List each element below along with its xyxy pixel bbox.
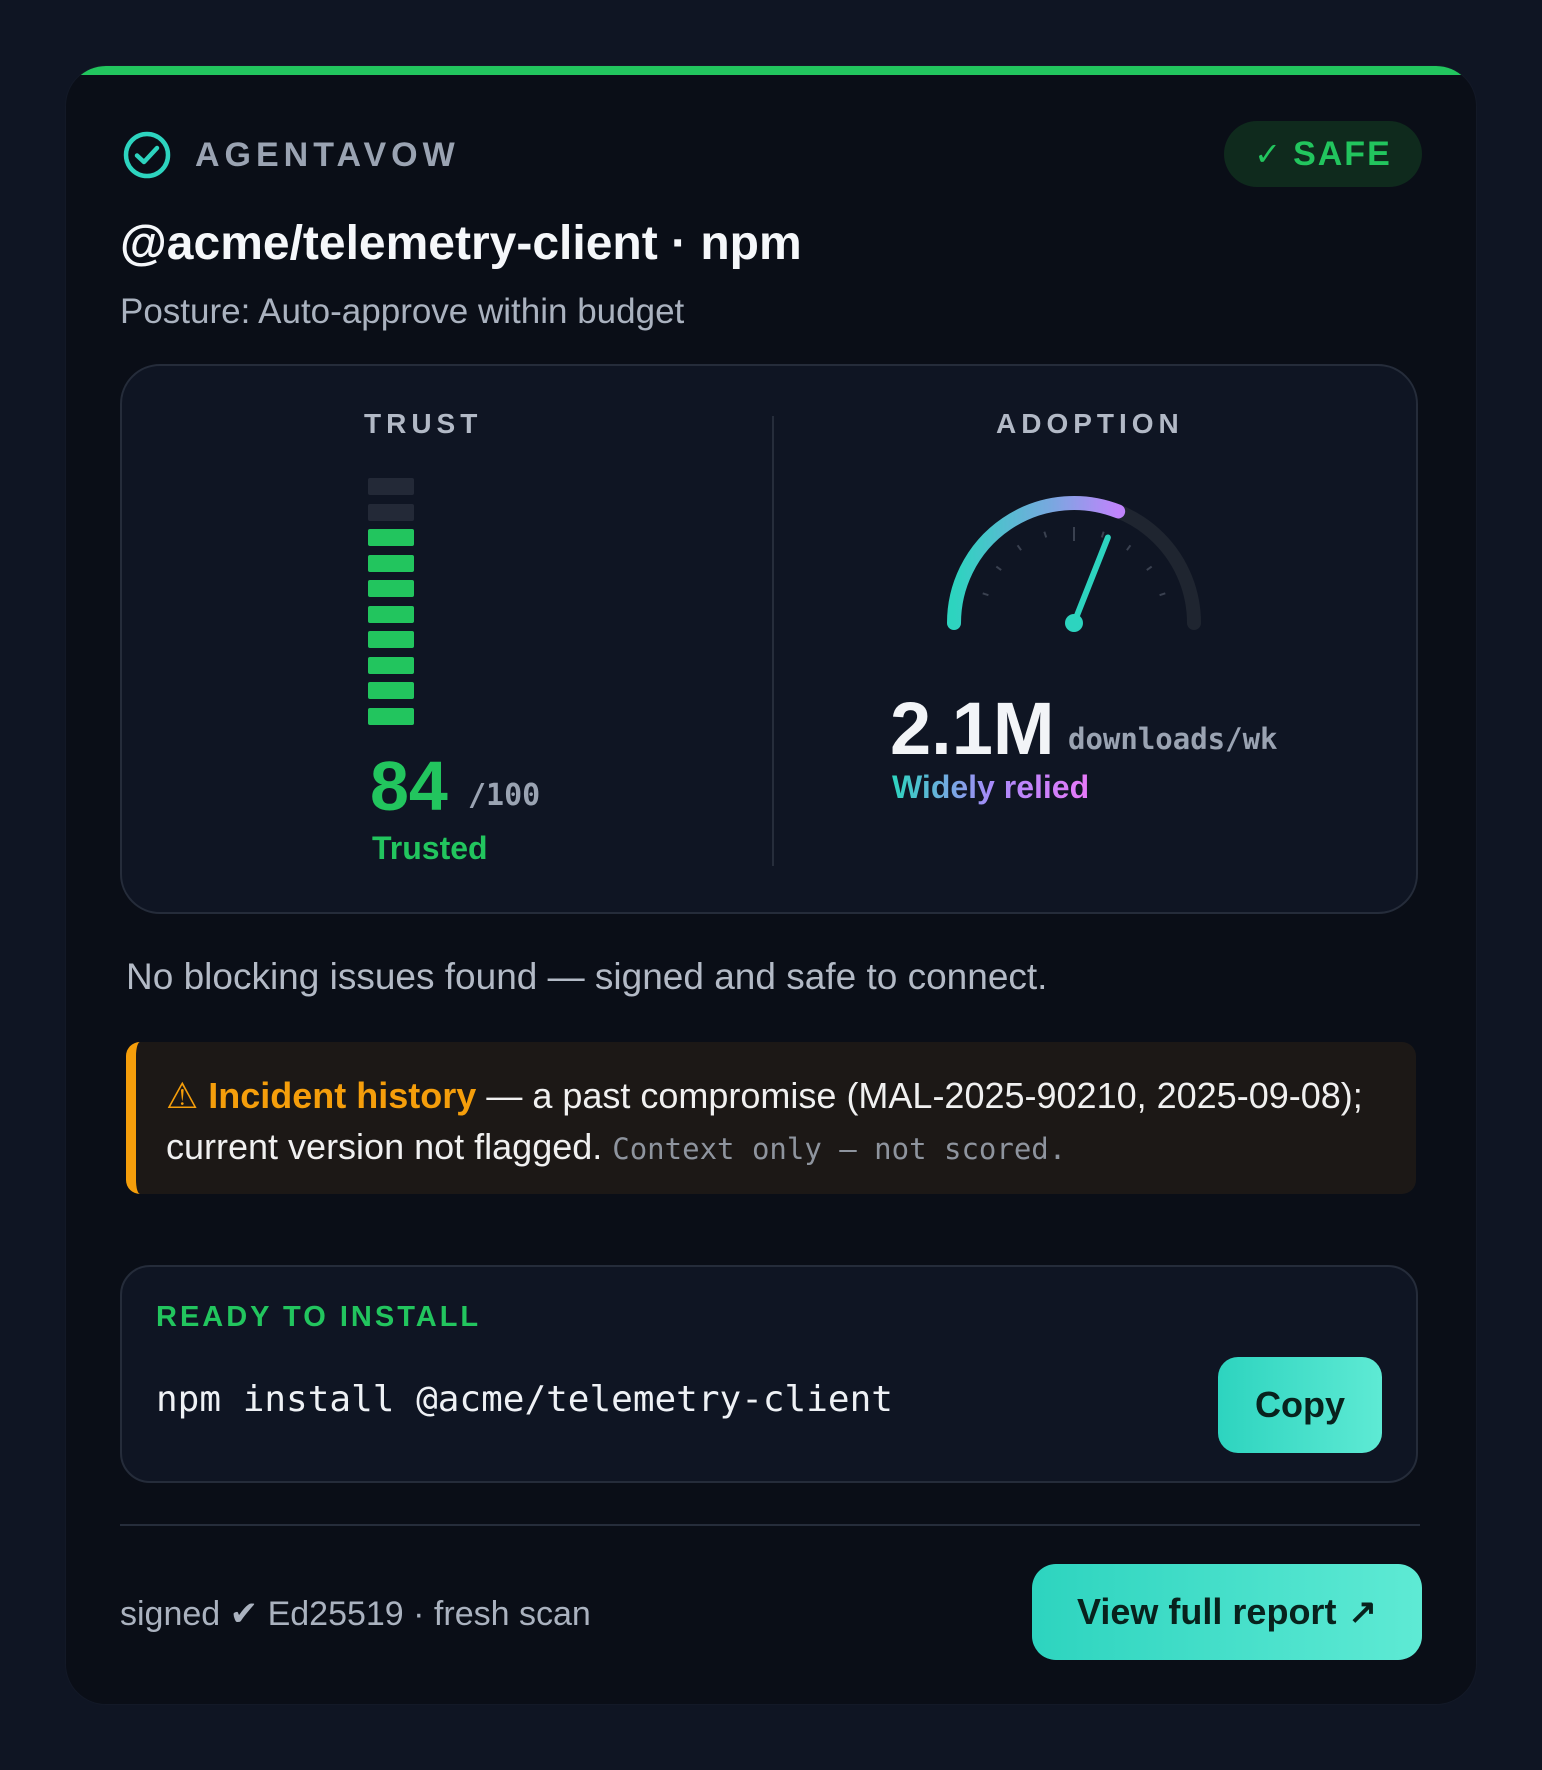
trust-meter <box>368 478 414 733</box>
trust-segment <box>368 529 414 546</box>
trust-verdict: Trusted <box>372 830 488 866</box>
posture-text: Posture: Auto-approve within budget <box>120 292 685 331</box>
adoption-value: 2.1M <box>890 687 1055 770</box>
trust-segment <box>368 554 414 572</box>
trust-segment <box>368 580 414 597</box>
gauge-tick <box>982 592 989 597</box>
install-command[interactable]: npm install @acme/telemetry-client <box>156 1379 893 1420</box>
view-report-button[interactable]: View full report ↗ <box>1032 1564 1422 1660</box>
brand-name: AGENTAVOW <box>195 135 460 174</box>
package-card: AGENTAVOW ✓ SAFE @acme/telemetry-client … <box>66 66 1476 1704</box>
trust-segment <box>368 503 414 521</box>
gauge-tick <box>1159 592 1166 597</box>
gauge-tick <box>1043 531 1048 538</box>
summary-text: No blocking issues found — signed and sa… <box>126 956 1048 997</box>
gauge-needle <box>1071 534 1111 626</box>
gauge-tick <box>1126 544 1132 551</box>
trust-score: 84 <box>370 747 448 825</box>
gauge-fill <box>947 496 1126 630</box>
trust-segment <box>368 656 414 674</box>
trust-label: TRUST <box>364 408 483 439</box>
trust-segment <box>368 605 414 623</box>
copy-button[interactable]: Copy <box>1218 1357 1382 1453</box>
adoption-gauge <box>947 496 1201 632</box>
gauge-tick <box>1100 531 1105 538</box>
adoption-unit: downloads/wk <box>1068 722 1278 756</box>
trust-max: /100 <box>468 778 541 813</box>
incident-note: Context only — not scored. <box>612 1132 1067 1166</box>
signature-status: signed ✔ Ed25519 · fresh scan <box>120 1595 591 1633</box>
gauge-ticks <box>982 527 1166 597</box>
package-title: @acme/telemetry-client · npm <box>120 217 802 270</box>
trust-segment <box>368 707 414 725</box>
brand: AGENTAVOW <box>121 129 460 181</box>
trust-segment <box>368 478 414 495</box>
metrics-divider <box>772 416 774 866</box>
warning-icon: ⚠ <box>166 1075 209 1116</box>
trust-segment <box>368 682 414 699</box>
gauge-tick <box>1016 544 1022 551</box>
adoption-verdict: Widely relied <box>892 769 1090 805</box>
trust-segment <box>368 631 414 648</box>
metrics-panel: TRUST 84 /100 Trusted ADOPTION 2.1M down… <box>120 364 1418 914</box>
gauge-tick <box>1146 565 1153 571</box>
incident-callout: ⚠ Incident history — a past compromise (… <box>126 1042 1416 1194</box>
incident-title: Incident history <box>208 1075 477 1116</box>
status-badge: ✓ SAFE <box>1224 121 1422 187</box>
checkmark-icon: ✓ <box>1254 136 1284 172</box>
footer-divider <box>120 1524 1420 1526</box>
gauge-hub <box>1065 614 1083 632</box>
adoption-label: ADOPTION <box>996 408 1184 439</box>
check-circle-icon <box>123 131 171 179</box>
install-panel: READY TO INSTALL npm install @acme/telem… <box>120 1265 1418 1483</box>
view-report-label: View full report <box>1077 1591 1337 1632</box>
status-label: SAFE <box>1293 134 1392 173</box>
gauge-tick <box>995 565 1002 571</box>
status-accent-bar <box>66 66 1476 75</box>
install-label: READY TO INSTALL <box>156 1301 482 1333</box>
external-arrow-icon: ↗ <box>1348 1593 1377 1631</box>
gauge-track <box>947 496 1201 630</box>
